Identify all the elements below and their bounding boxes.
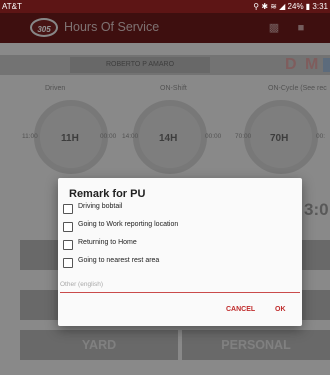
checkbox[interactable] <box>63 240 73 250</box>
option-label: Going to nearest rest area <box>78 257 160 264</box>
carrier-label: AT&T <box>2 2 22 11</box>
cancel-button[interactable]: CANCEL <box>226 306 255 313</box>
system-status-icons: ⚲ ✱ ≋ ◢ 24% ▮ 3:31 <box>253 2 328 11</box>
option-label: Going to Work reporting location <box>78 221 179 228</box>
option-label: Driving bobtail <box>78 203 123 210</box>
status-bar: AT&T ⚲ ✱ ≋ ◢ 24% ▮ 3:31 <box>0 0 330 13</box>
ok-button[interactable]: OK <box>275 306 286 313</box>
remark-dialog: Remark for PU Driving bobtail Going to W… <box>58 178 302 326</box>
dialog-title: Remark for PU <box>69 188 146 200</box>
checkbox[interactable] <box>63 204 73 214</box>
checkbox[interactable] <box>63 222 73 232</box>
checkbox[interactable] <box>63 258 73 268</box>
option-label: Returning to Home <box>78 239 137 246</box>
other-remark-input[interactable]: Other (english) <box>60 278 300 293</box>
